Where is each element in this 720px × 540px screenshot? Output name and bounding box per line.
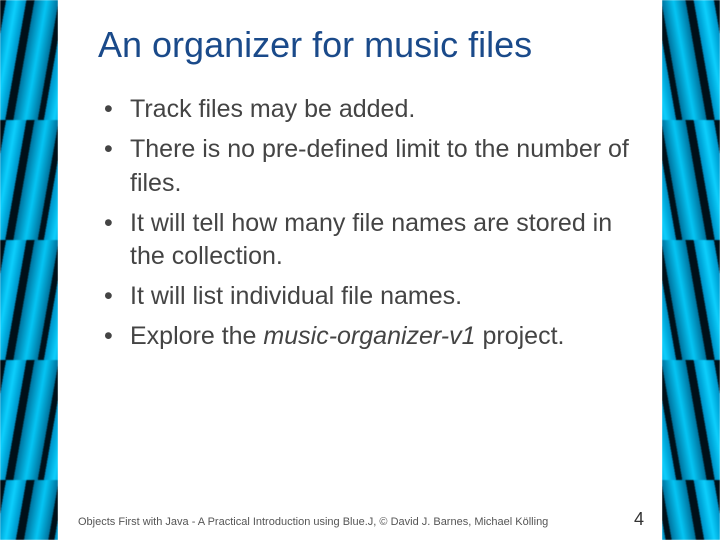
slide: An organizer for music files Track files… bbox=[0, 0, 720, 540]
list-item: It will list individual file names. bbox=[102, 280, 634, 314]
bullet-text-suffix: project. bbox=[476, 322, 565, 350]
slide-content: An organizer for music files Track files… bbox=[58, 0, 662, 540]
bullet-text-prefix: Explore the bbox=[130, 322, 263, 350]
slide-title: An organizer for music files bbox=[98, 24, 638, 65]
page-number: 4 bbox=[634, 509, 644, 530]
list-item: Track files may be added. bbox=[102, 93, 634, 127]
bullet-text: There is no pre-defined limit to the num… bbox=[130, 135, 629, 197]
bullet-text: It will list individual file names. bbox=[130, 282, 462, 310]
list-item: There is no pre-defined limit to the num… bbox=[102, 133, 634, 201]
bullet-text: It will tell how many file names are sto… bbox=[130, 209, 612, 271]
background-strip-right bbox=[662, 0, 720, 540]
bullet-text-em: music-organizer-v1 bbox=[263, 322, 475, 350]
bullet-text: Track files may be added. bbox=[130, 95, 415, 123]
list-item: It will tell how many file names are sto… bbox=[102, 207, 634, 275]
footer-text: Objects First with Java - A Practical In… bbox=[78, 516, 548, 528]
bullet-list: Track files may be added. There is no pr… bbox=[102, 93, 634, 353]
list-item: Explore the music-organizer-v1 project. bbox=[102, 320, 634, 354]
background-strip-left bbox=[0, 0, 58, 540]
